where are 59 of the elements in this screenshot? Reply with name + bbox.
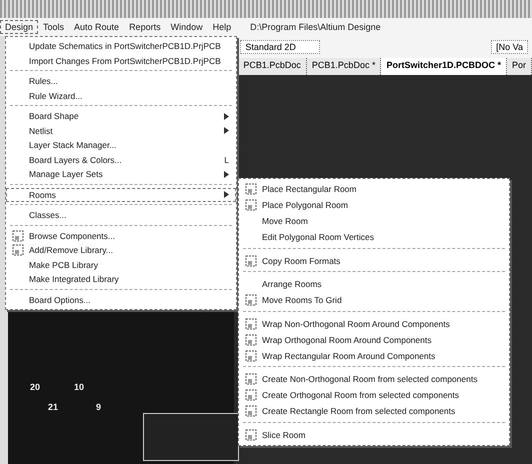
room-icon: [245, 183, 257, 195]
menu-item[interactable]: Create Rectangle Room from selected components: [239, 403, 509, 419]
menu-item[interactable]: Browse Components...: [6, 228, 236, 243]
submenu-arrow-icon: [224, 170, 229, 178]
menu-item[interactable]: Netlist: [6, 124, 236, 138]
menu-item[interactable]: Wrap Orthogonal Room Around Components: [239, 332, 509, 348]
room-icon: [245, 428, 257, 440]
room-icon: [12, 230, 24, 242]
menu-bar-item[interactable]: Reports: [124, 20, 166, 34]
menu-item[interactable]: Wrap Rectangular Room Around Components: [239, 348, 509, 364]
menu-item[interactable]: Arrange Rooms: [239, 276, 509, 292]
menu-item[interactable]: Update Schematics in PortSwitcherPCB1D.PrjPCB: [6, 39, 236, 54]
canvas-label: 9: [96, 402, 102, 412]
menu-item[interactable]: Board Options...: [6, 292, 236, 307]
menu-item[interactable]: Add/Remove Library...: [6, 243, 236, 258]
menu-item[interactable]: Copy Room Formats: [239, 252, 509, 268]
menu-item[interactable]: Classes...: [6, 208, 236, 222]
menu-item[interactable]: Move Rooms To Grid: [239, 292, 509, 308]
view-select[interactable]: Standard 2D: [240, 40, 320, 54]
room-icon: [245, 318, 257, 330]
room-icon: [245, 334, 257, 346]
menu-bar-item[interactable]: Help: [208, 20, 236, 34]
menu-item[interactable]: Wrap Non-Orthogonal Room Around Components: [239, 316, 509, 332]
menu-item[interactable]: Rule Wizard...: [6, 88, 236, 103]
path-text: D:\Program Files\Altium Designe: [250, 22, 381, 32]
room-icon: [245, 254, 257, 266]
document-tab[interactable]: PortSwitcher1D.PCBDOC *: [381, 58, 507, 75]
menu-item[interactable]: Import Changes From PortSwitcherPCB1D.PrjPCB: [6, 54, 236, 68]
menu-item[interactable]: Edit Polygonal Room Vertices: [239, 229, 509, 245]
submenu-arrow-icon: [224, 191, 229, 198]
room-icon: [245, 199, 257, 211]
menu-bar-item[interactable]: Tools: [38, 20, 70, 34]
menu-item[interactable]: Place Polygonal Room: [239, 197, 509, 213]
room-icon: [245, 373, 257, 385]
filter-field[interactable]: [No Va: [491, 40, 528, 54]
room-icon: [245, 405, 257, 417]
room-icon: [245, 350, 257, 362]
menu-bar-item[interactable]: Window: [166, 20, 208, 34]
menu-item[interactable]: Move Room: [239, 213, 509, 229]
room-icon: [12, 244, 24, 256]
room-icon: [245, 389, 257, 401]
room-icon: [245, 294, 257, 306]
menu-item[interactable]: Rooms: [6, 188, 236, 202]
menu-bar-item[interactable]: Design: [0, 20, 38, 34]
menu-item[interactable]: Make Integrated Library: [6, 272, 236, 286]
menu-item[interactable]: Rules...: [6, 74, 236, 88]
menu-item[interactable]: Layer Stack Manager...: [6, 138, 236, 152]
menu-item[interactable]: Place Rectangular Room: [239, 181, 509, 197]
menu-item[interactable]: Slice Room: [239, 426, 509, 442]
menu-item[interactable]: Board Shape: [6, 109, 236, 124]
menu-item[interactable]: Create Orthogonal Room from selected components: [239, 387, 509, 403]
menu-item[interactable]: Create Non-Orthogonal Room from selected components: [239, 371, 509, 387]
canvas-label: 10: [74, 382, 84, 392]
canvas-label: 21: [48, 402, 58, 412]
menu-bar-item[interactable]: Auto Route: [69, 20, 124, 34]
menu-item[interactable]: Manage Layer Sets: [6, 167, 236, 182]
menu-item[interactable]: Board Layers & Colors... L: [6, 152, 236, 167]
canvas-label: 20: [30, 382, 40, 392]
menu-item[interactable]: Make PCB Library: [6, 258, 236, 272]
